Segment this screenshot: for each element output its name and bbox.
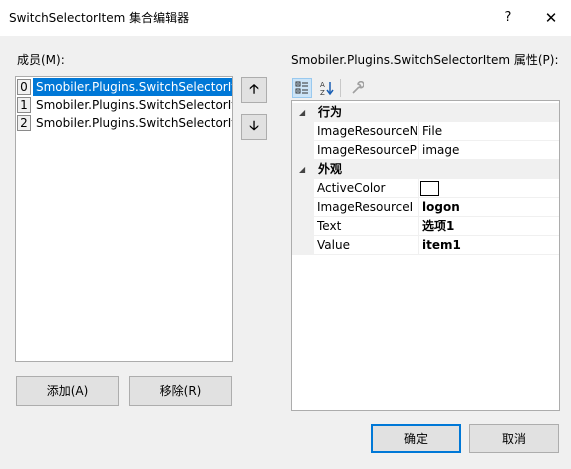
list-item-index: 0 <box>17 79 31 95</box>
list-item-label: Smobiler.Plugins.SwitchSelectorIt <box>36 98 232 112</box>
arrow-down-icon: 🡣 <box>249 119 259 134</box>
property-name: Text <box>317 219 342 233</box>
category-appearance[interactable]: ◢ 外观 <box>292 160 559 179</box>
toolbar-separator <box>340 79 341 97</box>
categorized-button[interactable] <box>292 78 312 98</box>
column-divider <box>418 141 419 160</box>
remove-button[interactable]: 移除(R) <box>129 376 232 406</box>
color-swatch[interactable] <box>420 181 439 196</box>
collapse-icon[interactable]: ◢ <box>299 160 305 179</box>
list-item[interactable]: 0 Smobiler.Plugins.SwitchSelectorIt <box>16 78 232 96</box>
property-name: ImageResourceN <box>317 124 417 138</box>
list-item[interactable]: 1 Smobiler.Plugins.SwitchSelectorIt <box>16 96 232 114</box>
property-grid[interactable]: ◢ 行为 ImageResourceN File ImageResourceP … <box>291 100 560 411</box>
row-gutter <box>292 198 314 217</box>
add-button[interactable]: 添加(A) <box>16 376 119 406</box>
property-value[interactable]: 选项1 <box>422 217 454 236</box>
list-item[interactable]: 2 Smobiler.Plugins.SwitchSelectorIt <box>16 114 232 132</box>
svg-text:A: A <box>320 81 325 89</box>
column-divider <box>418 198 419 217</box>
wrench-icon <box>352 80 365 94</box>
column-divider <box>418 122 419 141</box>
property-name: ImageResourceI <box>317 200 414 214</box>
alphabetical-sort-icon: A Z <box>320 81 334 97</box>
row-gutter <box>292 217 314 236</box>
window-title: SwitchSelectorItem 集合编辑器 <box>9 11 190 25</box>
column-divider <box>418 179 419 198</box>
members-label: 成员(M): <box>17 53 65 67</box>
collapse-icon[interactable]: ◢ <box>299 103 305 122</box>
property-row[interactable]: ImageResourceN File <box>292 122 559 141</box>
title-bar: SwitchSelectorItem 集合编辑器 ? ✕ <box>0 0 571 36</box>
property-name: ActiveColor <box>317 181 386 195</box>
row-gutter <box>292 141 314 160</box>
ok-button[interactable]: 确定 <box>371 424 461 453</box>
list-item-label: Smobiler.Plugins.SwitchSelectorIt <box>33 78 232 96</box>
property-value[interactable]: File <box>422 122 442 141</box>
category-name: 外观 <box>318 162 343 176</box>
row-gutter <box>292 236 314 255</box>
property-value[interactable]: image <box>422 141 459 160</box>
cancel-button[interactable]: 取消 <box>469 424 559 453</box>
list-item-index: 1 <box>17 97 31 113</box>
category-name: 行为 <box>318 105 343 119</box>
alphabetical-button[interactable]: A Z <box>317 78 337 98</box>
column-divider <box>418 217 419 236</box>
members-listbox[interactable]: 0 Smobiler.Plugins.SwitchSelectorIt 1 Sm… <box>15 76 233 362</box>
property-pages-button[interactable] <box>347 78 367 98</box>
property-row[interactable]: ImageResourceI logon <box>292 198 559 217</box>
property-value[interactable]: item1 <box>422 236 461 255</box>
properties-label: Smobiler.Plugins.SwitchSelectorItem 属性(P… <box>291 53 559 67</box>
svg-text:Z: Z <box>320 89 325 96</box>
row-gutter <box>292 179 314 198</box>
property-value[interactable]: logon <box>422 198 460 217</box>
category-behavior[interactable]: ◢ 行为 <box>292 103 559 122</box>
property-name: Value <box>317 238 350 252</box>
list-item-index: 2 <box>17 115 31 131</box>
property-row[interactable]: ImageResourceP image <box>292 141 559 160</box>
close-button[interactable]: ✕ <box>540 7 562 29</box>
property-row[interactable]: Text 选项1 <box>292 217 559 236</box>
property-name: ImageResourceP <box>317 143 417 157</box>
row-gutter <box>292 122 314 141</box>
property-row[interactable]: Value item1 <box>292 236 559 255</box>
arrow-up-icon: 🡡 <box>249 82 259 97</box>
property-row[interactable]: ActiveColor <box>292 179 559 198</box>
list-item-label: Smobiler.Plugins.SwitchSelectorIt <box>36 116 232 130</box>
move-down-button[interactable]: 🡣 <box>241 114 267 140</box>
categorized-icon <box>295 81 308 94</box>
column-divider <box>418 236 419 255</box>
help-button[interactable]: ? <box>498 8 518 28</box>
move-up-button[interactable]: 🡡 <box>241 77 267 103</box>
